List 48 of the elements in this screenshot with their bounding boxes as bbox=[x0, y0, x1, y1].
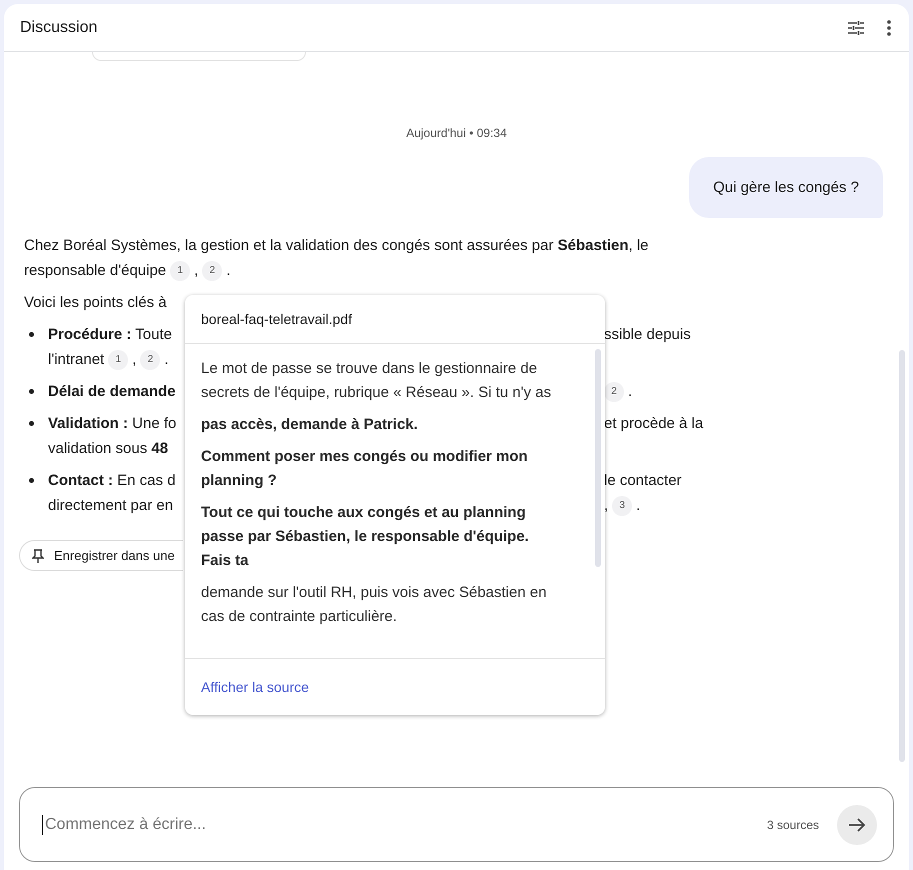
citation-chip[interactable]: 1 bbox=[108, 350, 128, 370]
timestamp: Aujourd'hui • 09:34 bbox=[405, 126, 508, 140]
answer-text: l'intranet bbox=[48, 350, 104, 370]
citation-chip[interactable]: 2 bbox=[202, 260, 222, 280]
answer-text: . bbox=[164, 350, 169, 370]
answer-text: . bbox=[636, 496, 640, 516]
answer-text: , bbox=[604, 496, 608, 516]
user-message: Qui gère les congés ? bbox=[689, 157, 883, 218]
answer-text: et procède à la bbox=[604, 414, 704, 434]
more-options-icon[interactable] bbox=[885, 18, 893, 38]
arrow-icon bbox=[848, 816, 866, 832]
scrollbar-thumb[interactable] bbox=[899, 350, 905, 762]
citation-chip[interactable]: 3 bbox=[612, 496, 632, 516]
source-excerpt: Tout ce qui touche aux congés et au planning passe par Sébastien, le responsable d'équipe. Fais ta bbox=[201, 503, 530, 571]
answer-text: validation sous 48 bbox=[48, 439, 168, 459]
save-note-button[interactable]: Enregistrer dans une bbox=[19, 540, 183, 571]
answer-text: Procédure : Toute bbox=[48, 325, 172, 345]
answer-text: directement par en bbox=[48, 496, 174, 516]
answer-text: , bbox=[132, 350, 136, 370]
bullet-dot bbox=[29, 332, 34, 337]
source-excerpt: demande sur l'outil RH, puis vois avec Sébastien en cas de contrainte particulière. bbox=[201, 583, 548, 627]
answer-text: Délai de demande bbox=[48, 382, 176, 402]
send-button[interactable] bbox=[837, 804, 877, 844]
answer-text: Voici les points clés à bbox=[24, 293, 167, 313]
bullet-dot bbox=[29, 478, 34, 483]
answer-text: responsable d'équipe bbox=[24, 261, 166, 281]
scrollbar-thumb[interactable] bbox=[595, 349, 601, 567]
answer-text: ssible depuis bbox=[604, 325, 691, 345]
show-source-link[interactable]: Afficher la source bbox=[201, 679, 309, 695]
bullet-dot bbox=[29, 421, 34, 426]
source-count: 3 sources bbox=[766, 818, 819, 832]
chat-title: Discussion bbox=[20, 18, 98, 36]
source-excerpt: Comment poser mes congés ou modifier mon planning ? bbox=[201, 447, 529, 491]
answer-text: , bbox=[194, 261, 198, 281]
answer-text: Chez Boréal Systèmes, la gestion et la validation des congés sont assurées par Sébastien, le bbox=[24, 236, 649, 256]
citation-chip[interactable]: 1 bbox=[170, 260, 190, 280]
answer-text: . bbox=[226, 261, 230, 281]
source-excerpt: Le mot de passe se trouve dans le gestionnaire de secrets de l'équipe, rubrique « Réseau ». Si tu n'y as bbox=[201, 359, 552, 403]
answer-text: Contact : En cas d bbox=[48, 471, 176, 491]
source-file-name: boreal-faq-teletravail.pdf bbox=[185, 295, 605, 344]
pin-icon bbox=[32, 548, 44, 562]
answer-text: . bbox=[628, 382, 632, 402]
answer-text: Validation : Une fo bbox=[48, 414, 176, 434]
citation-chip[interactable]: 2 bbox=[140, 350, 160, 370]
source-excerpt: pas accès, demande à Patrick. bbox=[201, 415, 419, 435]
citation-chip[interactable]: 2 bbox=[604, 382, 624, 402]
answer-text: le contacter bbox=[604, 471, 682, 491]
bullet-dot bbox=[29, 389, 34, 394]
